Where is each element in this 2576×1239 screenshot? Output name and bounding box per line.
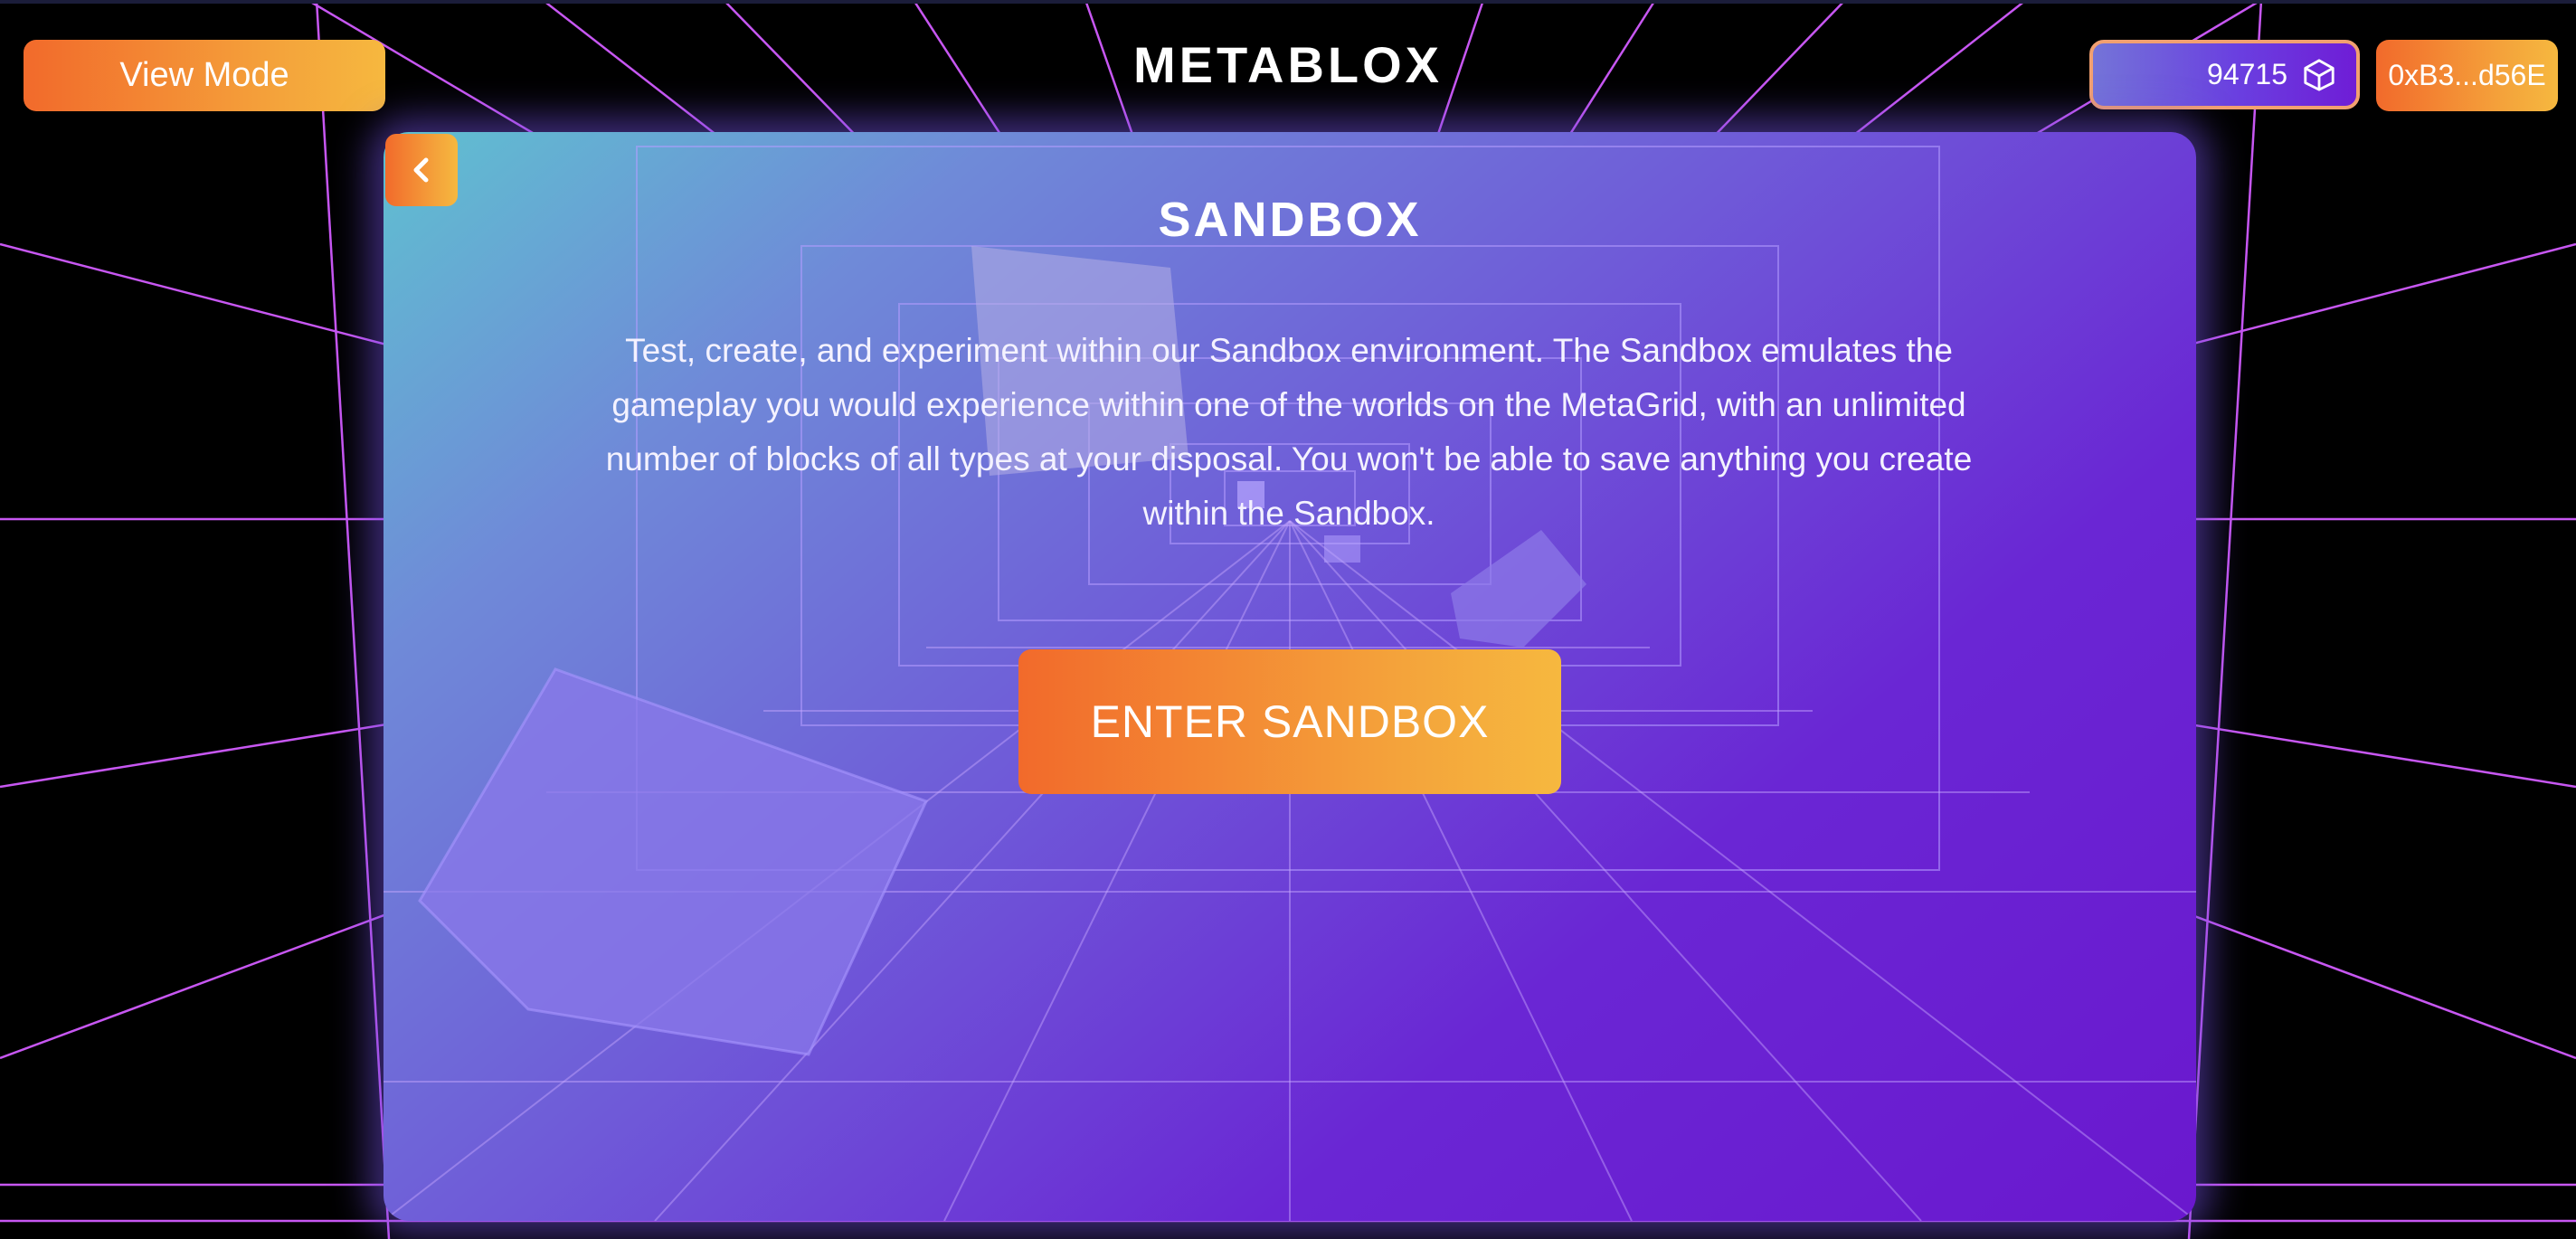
floating-block-right	[1451, 530, 1586, 648]
cube-token-icon	[2304, 58, 2334, 91]
token-balance[interactable]: 94715	[2089, 40, 2360, 109]
view-mode-button[interactable]: View Mode	[24, 40, 385, 111]
page-title: SANDBOX	[1158, 193, 1422, 247]
chevron-left-icon	[413, 157, 429, 183]
sandbox-description: Test, create, and experiment within our …	[605, 332, 1973, 532]
enter-sandbox-button[interactable]: ENTER SANDBOX	[1018, 649, 1561, 794]
top-edge-line	[0, 0, 2576, 4]
brand-logo: METABLOX	[1132, 35, 1444, 93]
floating-block-large	[418, 667, 929, 1056]
wallet-address-button[interactable]: 0xB3...d56E	[2376, 40, 2558, 111]
token-balance-value: 94715	[2207, 58, 2287, 90]
app-stage: View Mode METABLOX 94715 0xB3...d56E SAN…	[0, 0, 2576, 1239]
